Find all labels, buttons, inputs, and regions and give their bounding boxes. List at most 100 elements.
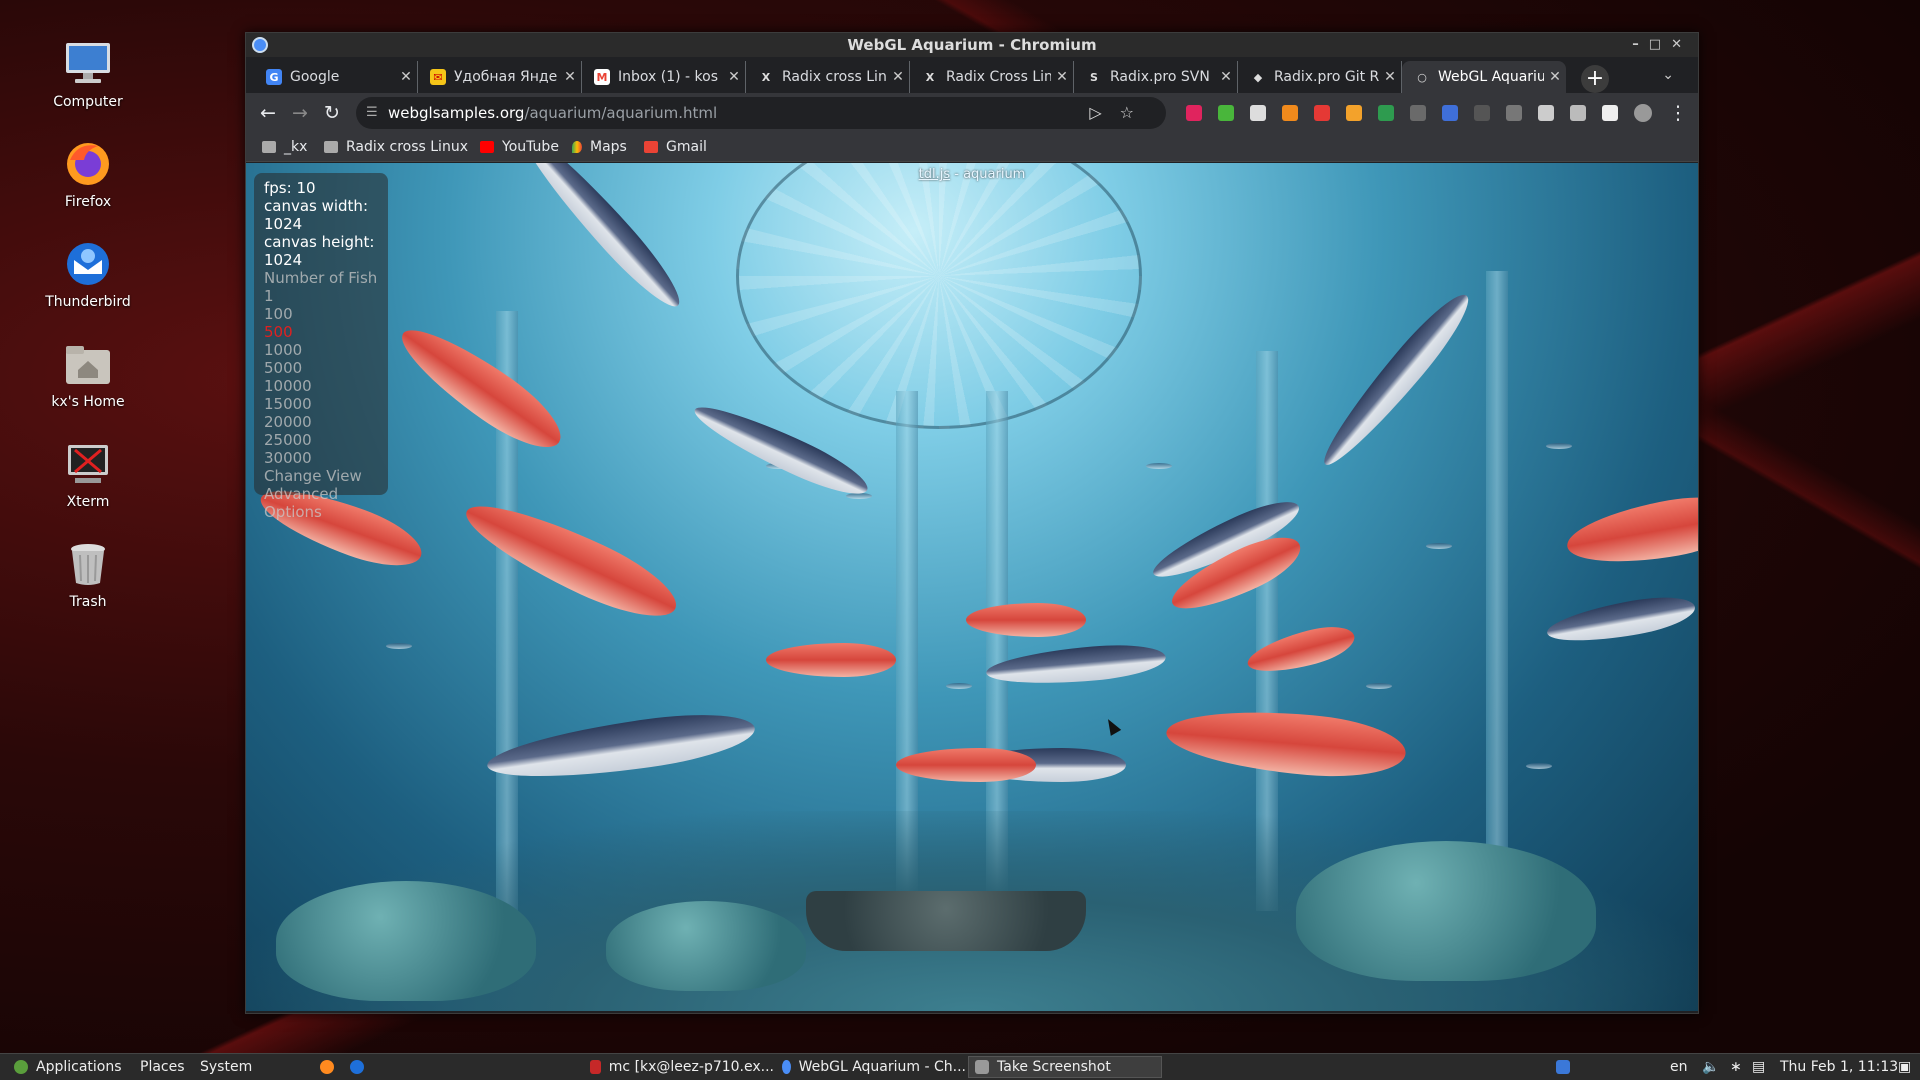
system-menu[interactable]: System bbox=[200, 1058, 252, 1076]
tab-yandex-mail[interactable]: ✉ Удобная Янде ✕ bbox=[418, 61, 582, 93]
computer-icon bbox=[62, 38, 114, 90]
show-desktop-icon[interactable]: ▣ bbox=[1898, 1058, 1911, 1076]
close-tab-icon[interactable]: ✕ bbox=[887, 69, 909, 85]
taskbar-window-screenshot[interactable]: Take Screenshot bbox=[968, 1056, 1162, 1078]
download-extension-icon[interactable] bbox=[1218, 105, 1234, 121]
fish-count-option[interactable]: 30000 bbox=[264, 449, 388, 467]
tuna-fish bbox=[511, 163, 691, 317]
desktop-icon-home[interactable]: kx's Home bbox=[38, 338, 138, 410]
tab-label: Inbox (1) - kos bbox=[618, 69, 719, 85]
fish-count-option-selected[interactable]: 500 bbox=[264, 323, 388, 341]
tab-radix-cross-linux-1[interactable]: X Radix cross Lin ✕ bbox=[746, 61, 910, 93]
close-tab-icon[interactable]: ✕ bbox=[1544, 69, 1566, 85]
firefox-launcher[interactable] bbox=[320, 1058, 334, 1076]
bookmark-radix-cross-linux[interactable]: Radix cross Linux bbox=[324, 137, 468, 157]
font-extension-icon[interactable] bbox=[1250, 105, 1266, 121]
volume-icon[interactable]: 🔈 bbox=[1702, 1058, 1719, 1076]
code-extension-icon[interactable] bbox=[1474, 105, 1490, 121]
close-tab-icon[interactable]: ✕ bbox=[395, 69, 417, 85]
canvas-width-readout: canvas width: 1024 bbox=[264, 197, 368, 233]
kebab-menu-icon[interactable]: ⋮ bbox=[1666, 101, 1690, 125]
diamond-extension-icon[interactable] bbox=[1378, 105, 1394, 121]
close-tab-icon[interactable]: ✕ bbox=[723, 69, 745, 85]
address-bar[interactable]: ☰ webglsamples.org/aquarium/aquarium.htm… bbox=[356, 97, 1166, 129]
forward-arrow-icon[interactable]: → bbox=[288, 101, 312, 125]
desktop-icon-xterm[interactable]: Xterm bbox=[38, 438, 138, 510]
network-icon[interactable]: ▤ bbox=[1752, 1058, 1765, 1076]
taskbar-window-chromium[interactable]: WebGL Aquarium - Ch... bbox=[776, 1056, 966, 1078]
pdf-extension-icon[interactable] bbox=[1314, 105, 1330, 121]
desktop-icon-computer[interactable]: Computer bbox=[38, 38, 138, 110]
rss-extension-icon[interactable] bbox=[1282, 105, 1298, 121]
tab-gmail-inbox[interactable]: M Inbox (1) - kos ✕ bbox=[582, 61, 746, 93]
overlay-title-text: - aquarium bbox=[950, 167, 1026, 182]
reload-icon[interactable]: ↻ bbox=[320, 101, 344, 125]
aquarium-canvas[interactable]: tdl.js - aquarium fps: 10 canvas width: … bbox=[246, 163, 1698, 1011]
advanced-link[interactable]: Advanced bbox=[264, 485, 388, 503]
window-titlebar[interactable]: WebGL Aquarium - Chromium –□✕ bbox=[246, 33, 1698, 57]
change-view-link[interactable]: Change View bbox=[264, 467, 388, 485]
tab-radix-svn[interactable]: S Radix.pro SVN ✕ bbox=[1074, 61, 1238, 93]
glass-dome bbox=[736, 163, 1142, 429]
tab-radix-cross-linux-2[interactable]: X Radix Cross Lin ✕ bbox=[910, 61, 1074, 93]
desktop-icon-thunderbird[interactable]: Thunderbird bbox=[38, 238, 138, 310]
close-icon[interactable]: ✕ bbox=[1671, 37, 1692, 52]
fish-count-option[interactable]: 25000 bbox=[264, 431, 388, 449]
tab-webgl-aquarium[interactable]: ○ WebGL Aquariu ✕ bbox=[1402, 61, 1566, 93]
clock[interactable]: Thu Feb 1, 11:13 bbox=[1780, 1058, 1898, 1076]
keyboard-layout-label: en bbox=[1670, 1059, 1688, 1075]
close-tab-icon[interactable]: ✕ bbox=[1379, 69, 1401, 85]
fish-count-option[interactable]: 1000 bbox=[264, 341, 388, 359]
bookmark-kx[interactable]: _kx bbox=[262, 137, 307, 157]
tab-radix-git[interactable]: ◆ Radix.pro Git R ✕ bbox=[1238, 61, 1402, 93]
grid-extension-icon[interactable] bbox=[1410, 105, 1426, 121]
image-extension-icon[interactable] bbox=[1346, 105, 1362, 121]
close-tab-icon[interactable]: ✕ bbox=[559, 69, 581, 85]
trash-icon bbox=[62, 538, 114, 590]
leaf-extension-icon[interactable] bbox=[1506, 105, 1522, 121]
site-info-icon[interactable]: ☰ bbox=[366, 97, 378, 129]
send-tab-icon[interactable]: ▷ bbox=[1089, 103, 1119, 122]
pocket-extension-icon[interactable] bbox=[1186, 105, 1202, 121]
fish-count-option[interactable]: 15000 bbox=[264, 395, 388, 413]
bookmark-gmail[interactable]: Gmail bbox=[644, 137, 707, 157]
google-icon: G bbox=[266, 69, 282, 85]
fish-count-option[interactable]: 10000 bbox=[264, 377, 388, 395]
fish-count-option[interactable]: 20000 bbox=[264, 413, 388, 431]
close-tab-icon[interactable]: ✕ bbox=[1215, 69, 1237, 85]
options-link[interactable]: Options bbox=[264, 503, 388, 521]
bookmark-star-icon[interactable]: ☆ bbox=[1120, 103, 1152, 122]
bookmark-maps[interactable]: Maps bbox=[572, 137, 627, 157]
thunderbird-launcher[interactable] bbox=[350, 1058, 364, 1076]
taskbar-window-terminal[interactable]: mc [kx@leez-p710.ex... bbox=[584, 1056, 774, 1078]
workspace-switcher[interactable] bbox=[1556, 1058, 1570, 1076]
firefox-icon bbox=[320, 1060, 334, 1074]
new-tab-button[interactable]: + bbox=[1581, 65, 1609, 93]
bluetooth-icon[interactable]: ∗ bbox=[1730, 1058, 1742, 1076]
side-panel-icon[interactable] bbox=[1602, 105, 1618, 121]
profile-avatar[interactable] bbox=[1634, 104, 1652, 122]
pen-extension-icon[interactable] bbox=[1442, 105, 1458, 121]
puzzle-extensions-icon[interactable] bbox=[1538, 105, 1554, 121]
tab-google[interactable]: G Google ✕ bbox=[254, 61, 418, 93]
desktop-icon-label: kx's Home bbox=[51, 394, 125, 410]
back-arrow-icon[interactable]: ← bbox=[256, 101, 280, 125]
mouse-pointer-icon bbox=[1102, 716, 1122, 736]
fish-count-option[interactable]: 5000 bbox=[264, 359, 388, 377]
desktop-icon-trash[interactable]: Trash bbox=[38, 538, 138, 610]
desktop-icon-label: Thunderbird bbox=[45, 294, 131, 310]
maps-icon bbox=[572, 141, 582, 153]
tab-search-chevron-icon[interactable]: ⌄ bbox=[1662, 67, 1674, 83]
bookmark-youtube[interactable]: YouTube bbox=[480, 137, 559, 157]
tdl-link[interactable]: tdl.js bbox=[919, 167, 950, 182]
flask-icon[interactable] bbox=[1570, 105, 1586, 121]
fish-count-option[interactable]: 1 bbox=[264, 287, 388, 305]
fish-count-option[interactable]: 100 bbox=[264, 305, 388, 323]
applications-menu[interactable]: Applications bbox=[14, 1058, 122, 1076]
minimize-icon[interactable]: – bbox=[1632, 37, 1649, 52]
maximize-icon[interactable]: □ bbox=[1649, 37, 1671, 52]
desktop-icon-firefox[interactable]: Firefox bbox=[38, 138, 138, 210]
close-tab-icon[interactable]: ✕ bbox=[1051, 69, 1073, 85]
keyboard-layout-indicator[interactable]: en bbox=[1670, 1058, 1688, 1076]
places-menu[interactable]: Places bbox=[140, 1058, 185, 1076]
